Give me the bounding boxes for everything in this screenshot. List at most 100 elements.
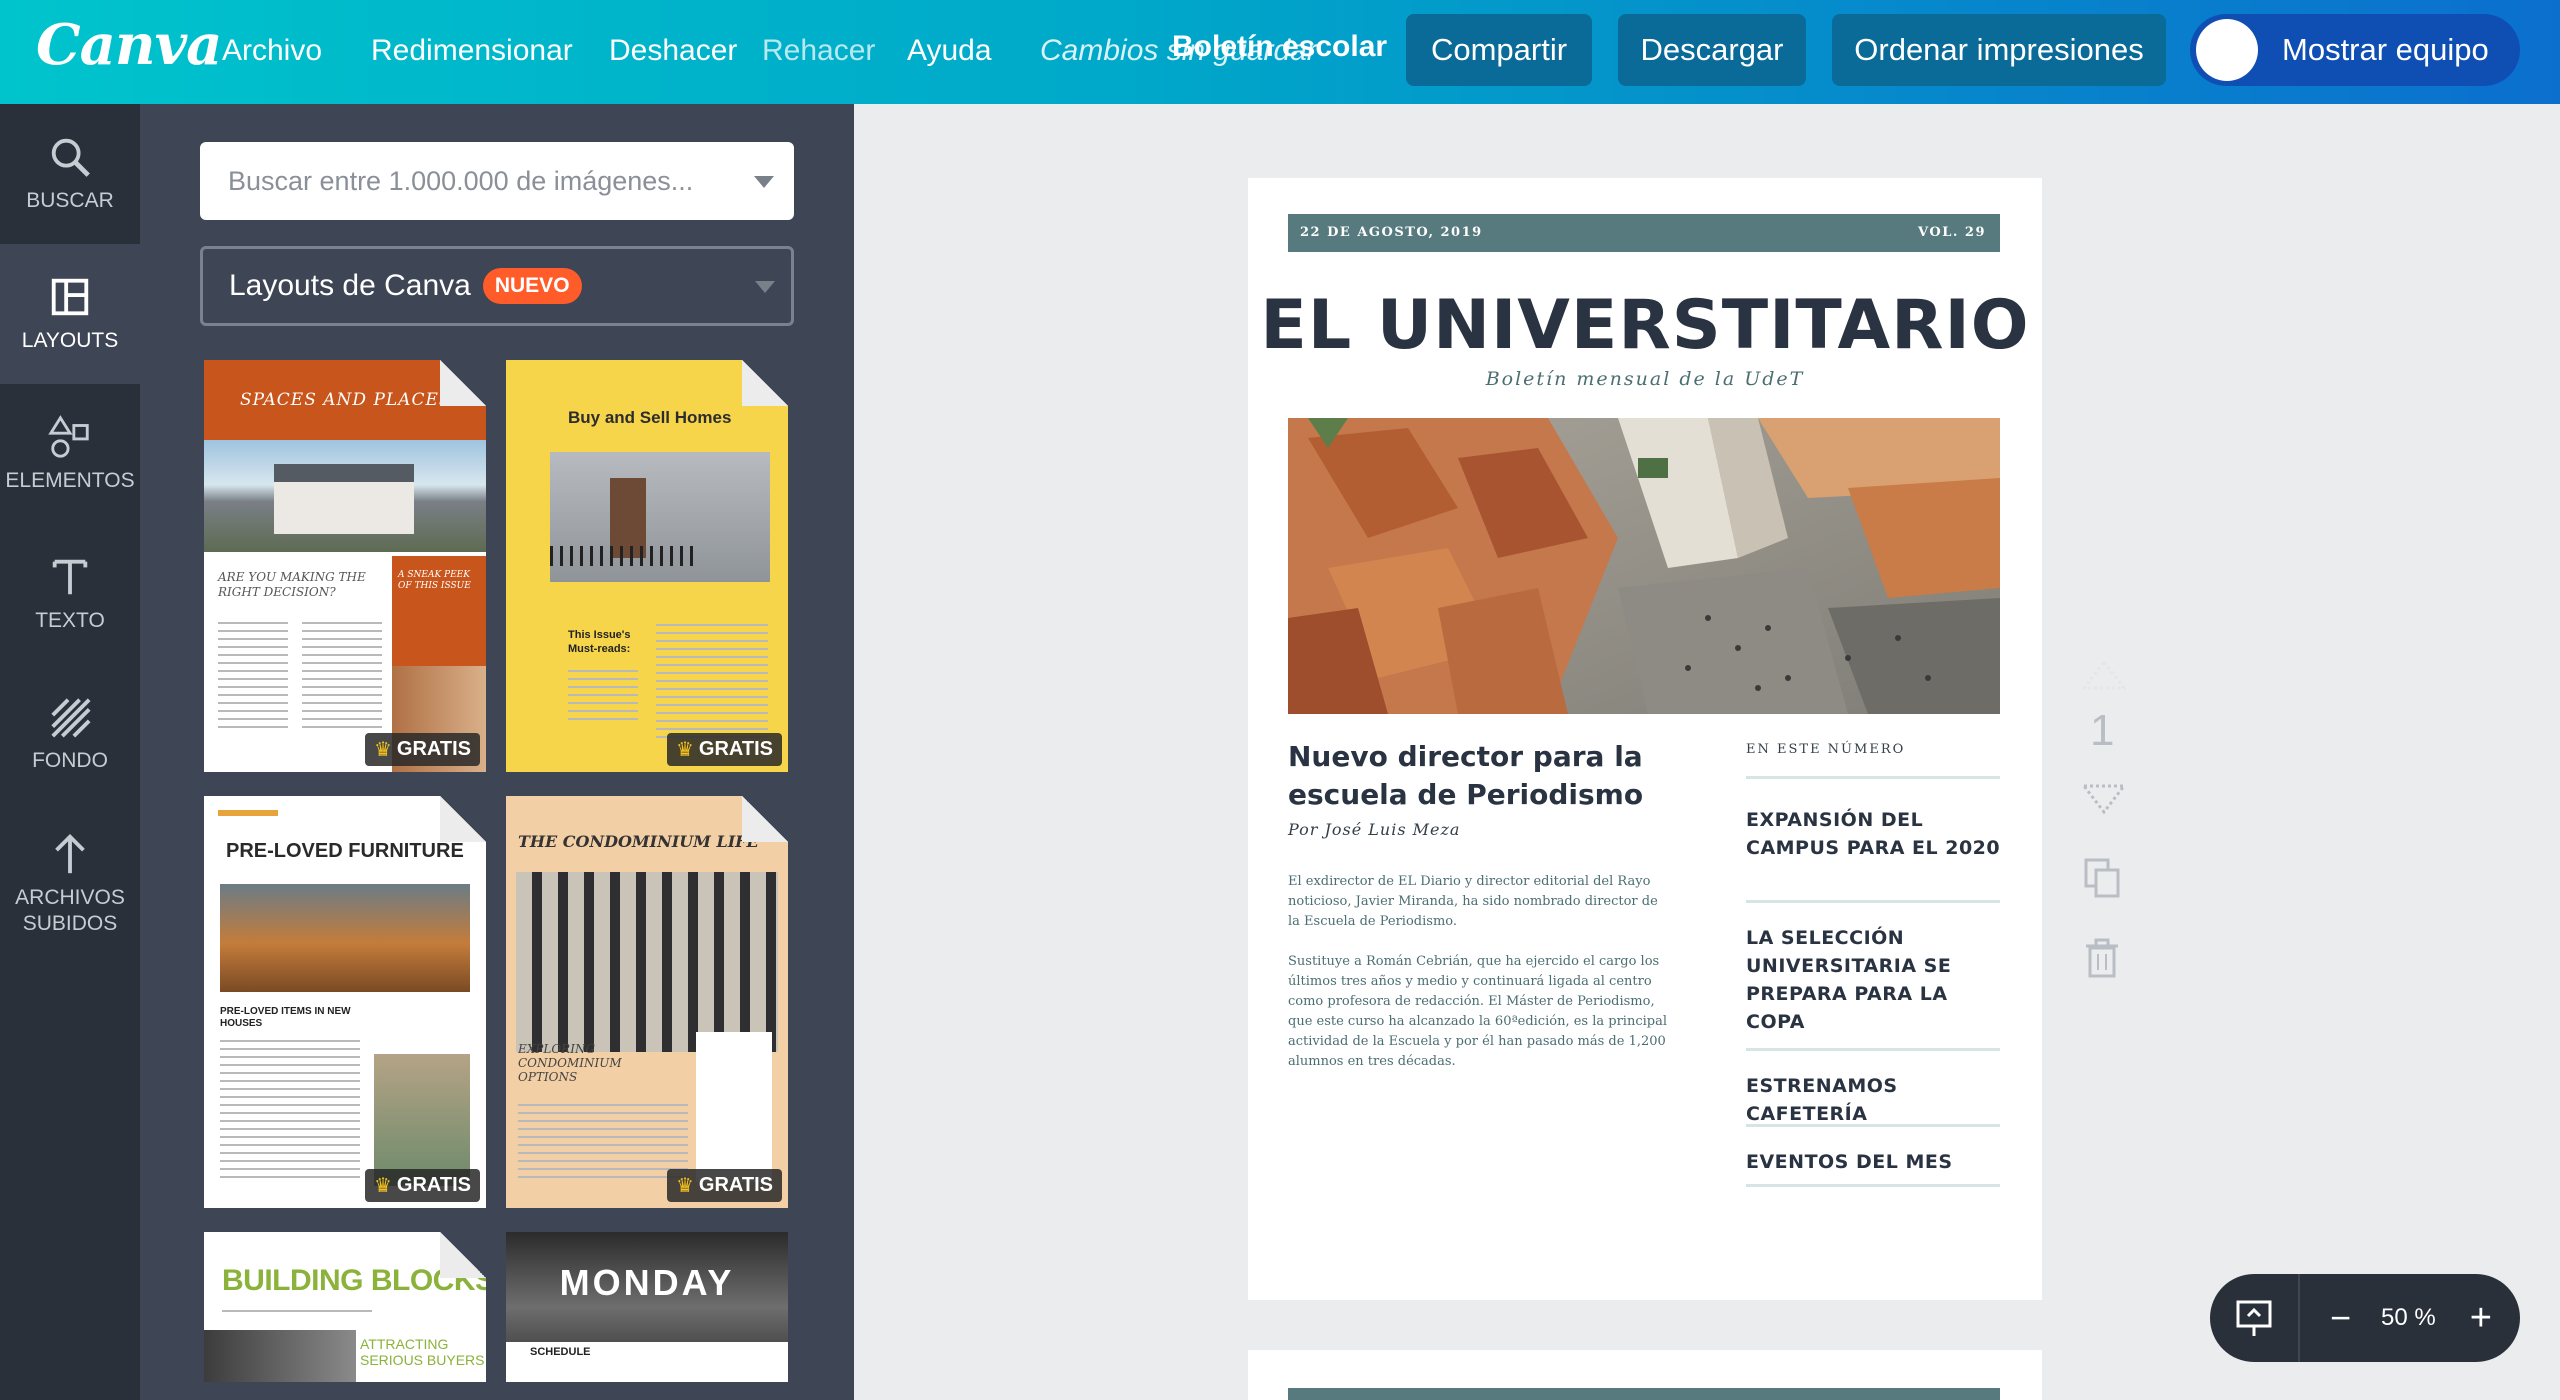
chevron-down-icon[interactable] [754, 176, 774, 188]
share-button[interactable]: Compartir [1406, 14, 1592, 86]
zoom-in-button[interactable]: + [2470, 1297, 2492, 1340]
rail-buscar[interactable]: BUSCAR [0, 104, 140, 244]
image-search[interactable] [200, 142, 794, 220]
avatar [2196, 19, 2258, 81]
template-title: Buy and Sell Homes [568, 408, 732, 427]
template-title: PRE-LOVED FURNITURE [226, 840, 464, 862]
template-subtitle: PRE-LOVED ITEMS IN NEW HOUSES [220, 1006, 351, 1029]
design-page-2[interactable] [1248, 1350, 2042, 1400]
issue-volume: VOL. 29 [1918, 225, 1986, 240]
layouts-panel: Layouts de Canva NUEVO SPACES AND PLACES… [140, 104, 854, 1400]
article-paragraph-1[interactable]: El exdirector de EL Diario y director ed… [1288, 872, 1668, 932]
design-page[interactable]: 22 DE AGOSTO, 2019 VOL. 29 EL UNIVERSTIT… [1248, 178, 2042, 1300]
template-subtitle: SCHEDULE [530, 1346, 591, 1358]
template-buy-and-sell-homes[interactable]: Buy and Sell Homes This Issue's Must-rea… [506, 360, 788, 772]
rail-label: TEXTO [35, 609, 105, 632]
top-bar: Canva Archivo Redimensionar Deshacer Reh… [0, 0, 2560, 104]
background-icon [51, 698, 91, 738]
rail-archivos-subidos[interactable]: ARCHIVOS SUBIDOS [0, 804, 140, 964]
layouts-dropdown[interactable]: Layouts de Canva NUEVO [200, 246, 794, 326]
template-title: MONDAY [559, 1262, 735, 1303]
issue-date: 22 DE AGOSTO, 2019 [1300, 225, 1483, 240]
template-subtitle: This Issue's Must-reads: [568, 629, 631, 655]
rail-label: FONDO [32, 749, 108, 772]
rail-layouts[interactable]: LAYOUTS [0, 244, 140, 384]
template-building-blocks[interactable]: BUILDING BLOCKS ATTRACTING SERIOUS BUYER… [204, 1232, 486, 1382]
search-icon [51, 138, 90, 177]
rail-texto[interactable]: TEXTO [0, 524, 140, 664]
masthead-tagline[interactable]: Boletín mensual de la UdeT [1248, 368, 2042, 390]
upload-icon [55, 834, 85, 874]
free-badge: ♛ GRATIS [666, 733, 782, 766]
search-input[interactable] [228, 165, 698, 197]
toc-divider [1746, 1184, 2000, 1187]
toc-item[interactable]: EXPANSIÓN DEL CAMPUS PARA EL 2020 [1746, 806, 2006, 862]
free-badge: ♛ GRATIS [364, 733, 480, 766]
menu-deshacer[interactable]: Deshacer [609, 34, 737, 68]
shapes-icon [48, 415, 89, 458]
article-paragraph-2[interactable]: Sustituye a Román Cebrián, que ha ejerci… [1288, 952, 1668, 1072]
toc-divider [1746, 1124, 2000, 1127]
toc-divider [1746, 900, 2000, 903]
template-spaces-and-places[interactable]: SPACES AND PLACES ARE YOU MAKING THE RIG… [204, 360, 486, 772]
move-page-up-icon[interactable] [2080, 659, 2128, 695]
template-title: THE CONDOMINIUM LIFE [518, 832, 759, 851]
toc-divider [1746, 1048, 2000, 1051]
template-condominium-life[interactable]: THE CONDOMINIUM LIFE EXPLORING CONDOMINI… [506, 796, 788, 1208]
order-prints-button[interactable]: Ordenar impresiones [1832, 14, 2166, 86]
menu-redimensionar[interactable]: Redimensionar [371, 34, 573, 68]
menu-rehacer[interactable]: Rehacer [762, 34, 875, 68]
toc-item[interactable]: EVENTOS DEL MES [1746, 1148, 2006, 1176]
article-headline[interactable]: Nuevo director para la escuela de Period… [1288, 738, 1668, 814]
toc-divider [1746, 776, 2000, 779]
toc-item[interactable]: LA SELECCIÓN UNIVERSITARIA SE PREPARA PA… [1746, 924, 2006, 1036]
crown-icon: ♛ [675, 739, 694, 761]
template-title: SPACES AND PLACES [240, 390, 452, 410]
move-page-down-icon[interactable] [2080, 784, 2128, 819]
masthead-title[interactable]: EL UNIVERSTITARIO [1248, 286, 2042, 365]
side-rail: BUSCAR LAYOUTS ELEMENTOS TEXTO FONDO ARC… [0, 104, 140, 1400]
rail-label: ARCHIVOS SUBIDOS [15, 886, 125, 935]
layouts-label: Layouts de Canva [229, 269, 471, 302]
template-monday[interactable]: MONDAY SCHEDULE [506, 1232, 788, 1382]
present-icon [2236, 1300, 2272, 1336]
present-button[interactable] [2210, 1274, 2300, 1362]
chevron-down-icon [755, 281, 775, 293]
template-subtitle: ATTRACTING SERIOUS BUYERS [360, 1336, 485, 1368]
rail-fondo[interactable]: FONDO [0, 664, 140, 804]
delete-page-icon[interactable] [2082, 938, 2122, 983]
zoom-out-button[interactable]: − [2330, 1297, 2351, 1339]
menu-archivo[interactable]: Archivo [222, 34, 322, 68]
toc-heading[interactable]: EN ESTE NÚMERO [1746, 742, 1905, 757]
date-banner[interactable]: 22 DE AGOSTO, 2019 VOL. 29 [1288, 214, 2000, 252]
template-subtitle: EXPLORING CONDOMINIUM OPTIONS [518, 1042, 622, 1084]
rail-label: LAYOUTS [21, 329, 119, 352]
document-title[interactable]: Boletín escolar [1172, 30, 1387, 64]
page-number: 1 [2090, 706, 2115, 755]
rail-elementos[interactable]: ELEMENTOS [0, 384, 140, 524]
free-badge: ♛ GRATIS [666, 1169, 782, 1202]
show-team-button[interactable]: Mostrar equipo [2190, 14, 2520, 86]
zoom-control: − 50 % + [2210, 1274, 2520, 1362]
duplicate-page-icon[interactable] [2082, 856, 2122, 905]
layout-icon [51, 278, 89, 316]
crown-icon: ♛ [373, 1175, 392, 1197]
rail-label: ELEMENTOS [5, 469, 135, 492]
rail-label: BUSCAR [26, 189, 114, 212]
toc-item[interactable]: ESTRENAMOS CAFETERÍA [1746, 1072, 2006, 1128]
article-byline[interactable]: Por José Luis Meza [1288, 820, 1460, 839]
city-photo[interactable] [1288, 418, 2000, 714]
download-button[interactable]: Descargar [1618, 14, 1806, 86]
template-subtitle: ARE YOU MAKING THE RIGHT DECISION? [218, 570, 366, 599]
template-side-heading: A SNEAK PEEK OF THIS ISSUE [398, 570, 471, 591]
free-badge: ♛ GRATIS [364, 1169, 480, 1202]
date-banner [1288, 1388, 2000, 1400]
crown-icon: ♛ [675, 1175, 694, 1197]
menu-ayuda[interactable]: Ayuda [907, 34, 992, 68]
text-icon [52, 559, 88, 595]
canva-logo[interactable]: Canva [36, 12, 222, 78]
show-team-label: Mostrar equipo [2282, 32, 2489, 67]
template-pre-loved-furniture[interactable]: PRE-LOVED FURNITURE PRE-LOVED ITEMS IN N… [204, 796, 486, 1208]
zoom-level[interactable]: 50 % [2381, 1304, 2436, 1332]
crown-icon: ♛ [373, 739, 392, 761]
